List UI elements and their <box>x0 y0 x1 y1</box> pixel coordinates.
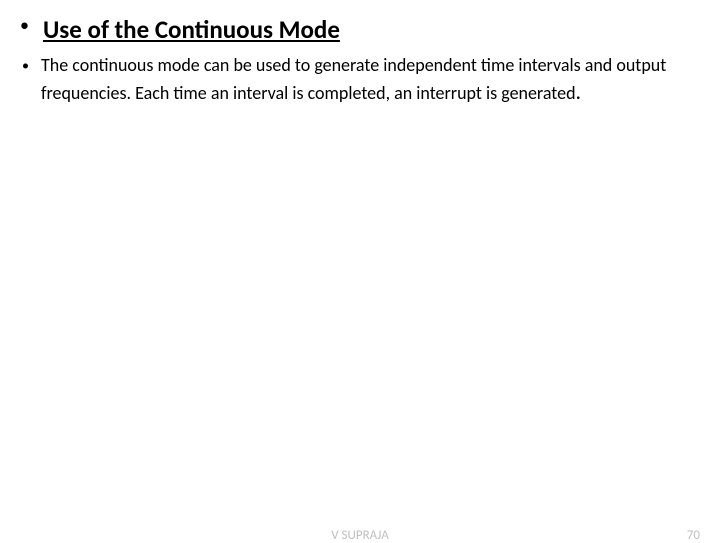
body-main-text: The continuous mode can be used to gener… <box>41 54 666 104</box>
footer-page-number: 70 <box>687 528 700 543</box>
bullet-marker-icon: • <box>20 14 29 37</box>
slide-container: • Use of the Continuous Mode • The conti… <box>0 0 720 540</box>
bullet-marker-icon: • <box>22 55 29 76</box>
body-period: . <box>576 78 582 105</box>
body-bullet-item: • The continuous mode can be used to gen… <box>14 53 706 107</box>
slide-title: Use of the Continuous Mode <box>43 14 340 47</box>
footer-author: V SUPRAJA <box>331 528 389 543</box>
title-bullet-item: • Use of the Continuous Mode <box>14 14 706 47</box>
slide-body-text: The continuous mode can be used to gener… <box>41 53 701 107</box>
